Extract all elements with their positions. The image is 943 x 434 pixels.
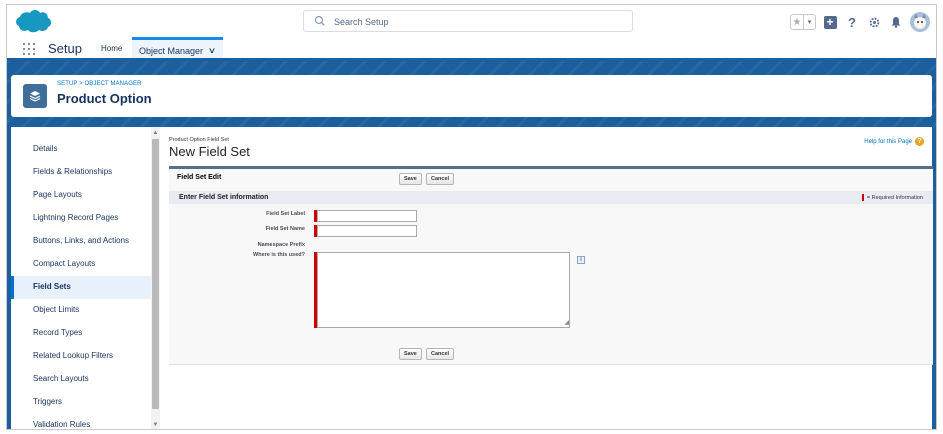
save-button[interactable]: Save [399, 173, 422, 185]
field-set-name-input[interactable] [317, 225, 417, 237]
tab-object-manager-label: Object Manager [139, 46, 204, 56]
field-set-name-wrap [314, 225, 418, 237]
section-header: Enter Field Set information = Required I… [169, 191, 933, 204]
required-legend: = Required Information [861, 194, 923, 201]
scroll-up-arrow-icon[interactable]: ▲ [151, 129, 160, 137]
cancel-button[interactable]: Cancel [426, 173, 455, 185]
sidebar-item-search-layouts[interactable]: Search Layouts [11, 368, 156, 391]
question-icon[interactable]: ? [844, 14, 860, 30]
where-used-wrap: ◢ [314, 252, 571, 328]
namespace-prefix-label: Namespace Prefix [257, 242, 305, 248]
search-box[interactable] [303, 10, 633, 32]
scroll-down-arrow-icon[interactable]: ▼ [151, 421, 160, 429]
sidebar-item-related-lookup-filters[interactable]: Related Lookup Filters [11, 345, 156, 368]
layers-icon [23, 84, 47, 108]
info-icon[interactable]: i [577, 256, 585, 264]
main-area: Details Fields & Relationships Page Layo… [7, 127, 936, 429]
scroll-thumb[interactable] [152, 139, 159, 409]
where-used-label: Where is this used? [253, 252, 305, 258]
chevron-down-icon[interactable]: ∨ [208, 46, 216, 58]
save-button-bottom[interactable]: Save [399, 348, 422, 360]
field-set-label-wrap [314, 210, 418, 222]
block-title: Field Set Edit [177, 174, 222, 181]
avatar[interactable] [910, 12, 930, 32]
object-header-card: SETUP > OBJECT MANAGER Product Option [11, 75, 932, 117]
sidebar-item-compact-layouts[interactable]: Compact Layouts [11, 253, 156, 276]
block-header: Field Set Edit Save Cancel [169, 169, 933, 188]
object-banner: SETUP > OBJECT MANAGER Product Option [7, 61, 936, 127]
bell-icon[interactable] [888, 14, 904, 30]
salesforce-logo[interactable] [15, 8, 53, 34]
app-name: Setup [48, 41, 82, 56]
app-launcher-icon[interactable] [23, 43, 35, 55]
chevron-down-icon[interactable]: ▾ [803, 15, 815, 29]
page-title: New Field Set [169, 144, 250, 159]
gear-icon[interactable] [866, 14, 882, 30]
object-title: Product Option [57, 91, 152, 106]
sidebar-item-buttons-links-actions[interactable]: Buttons, Links, and Actions [11, 230, 156, 253]
section-title: Enter Field Set information [179, 194, 269, 201]
required-indicator [861, 194, 864, 201]
help-icon[interactable]: ? [915, 137, 924, 146]
tab-home[interactable]: Home [101, 44, 122, 53]
search-icon [314, 15, 325, 26]
field-set-name-label: Field Set Name [265, 226, 305, 232]
sidebar-item-page-layouts[interactable]: Page Layouts [11, 184, 156, 207]
sidebar-item-details[interactable]: Details [11, 138, 156, 161]
sidebar-item-field-sets[interactable]: Field Sets [11, 276, 156, 299]
help-link-label[interactable]: Help for this Page [864, 139, 912, 145]
where-used-textarea[interactable] [317, 252, 570, 328]
breadcrumb[interactable]: SETUP > OBJECT MANAGER [57, 81, 142, 87]
tab-object-manager[interactable]: Object Manager ∨ [132, 37, 223, 58]
sidebar-item-lightning-record-pages[interactable]: Lightning Record Pages [11, 207, 156, 230]
plus-icon[interactable]: + [822, 14, 838, 30]
sidebar-item-object-limits[interactable]: Object Limits [11, 299, 156, 322]
star-icon[interactable]: ★ [791, 15, 803, 29]
sidebar-item-fields-relationships[interactable]: Fields & Relationships [11, 161, 156, 184]
resize-handle-icon[interactable]: ◢ [564, 319, 569, 326]
content-area: Product Option Field Set New Field Set H… [161, 127, 933, 429]
search-input[interactable] [334, 14, 614, 29]
field-set-label-label: Field Set Label [266, 211, 305, 217]
sidebar-item-validation-rules[interactable]: Validation Rules [11, 414, 156, 429]
favorites-group[interactable]: ★ ▾ [790, 14, 816, 30]
header-utility-icons: ★ ▾ + ? [790, 10, 930, 34]
main-panel: Details Fields & Relationships Page Layo… [11, 127, 933, 429]
sidebar-item-record-types[interactable]: Record Types [11, 322, 156, 345]
global-header: ★ ▾ + ? [7, 5, 936, 37]
field-set-label-input[interactable] [317, 210, 417, 222]
context-bar: Setup Home Object Manager ∨ [7, 37, 936, 61]
required-legend-text: = Required Information [866, 194, 923, 201]
sidebar-item-triggers[interactable]: Triggers [11, 391, 156, 414]
app-window: ★ ▾ + ? Setup Home Object Manager ∨ [6, 4, 937, 430]
cancel-button-bottom[interactable]: Cancel [426, 348, 455, 360]
sidebar-scrollbar[interactable]: ▲ ▼ [151, 127, 160, 429]
page-subtitle: Product Option Field Set [169, 137, 229, 143]
field-set-edit-block: Field Set Edit Save Cancel Enter Field S… [169, 166, 933, 365]
object-sidebar: Details Fields & Relationships Page Layo… [11, 127, 160, 429]
help-link[interactable]: Help for this Page ? [864, 137, 924, 146]
